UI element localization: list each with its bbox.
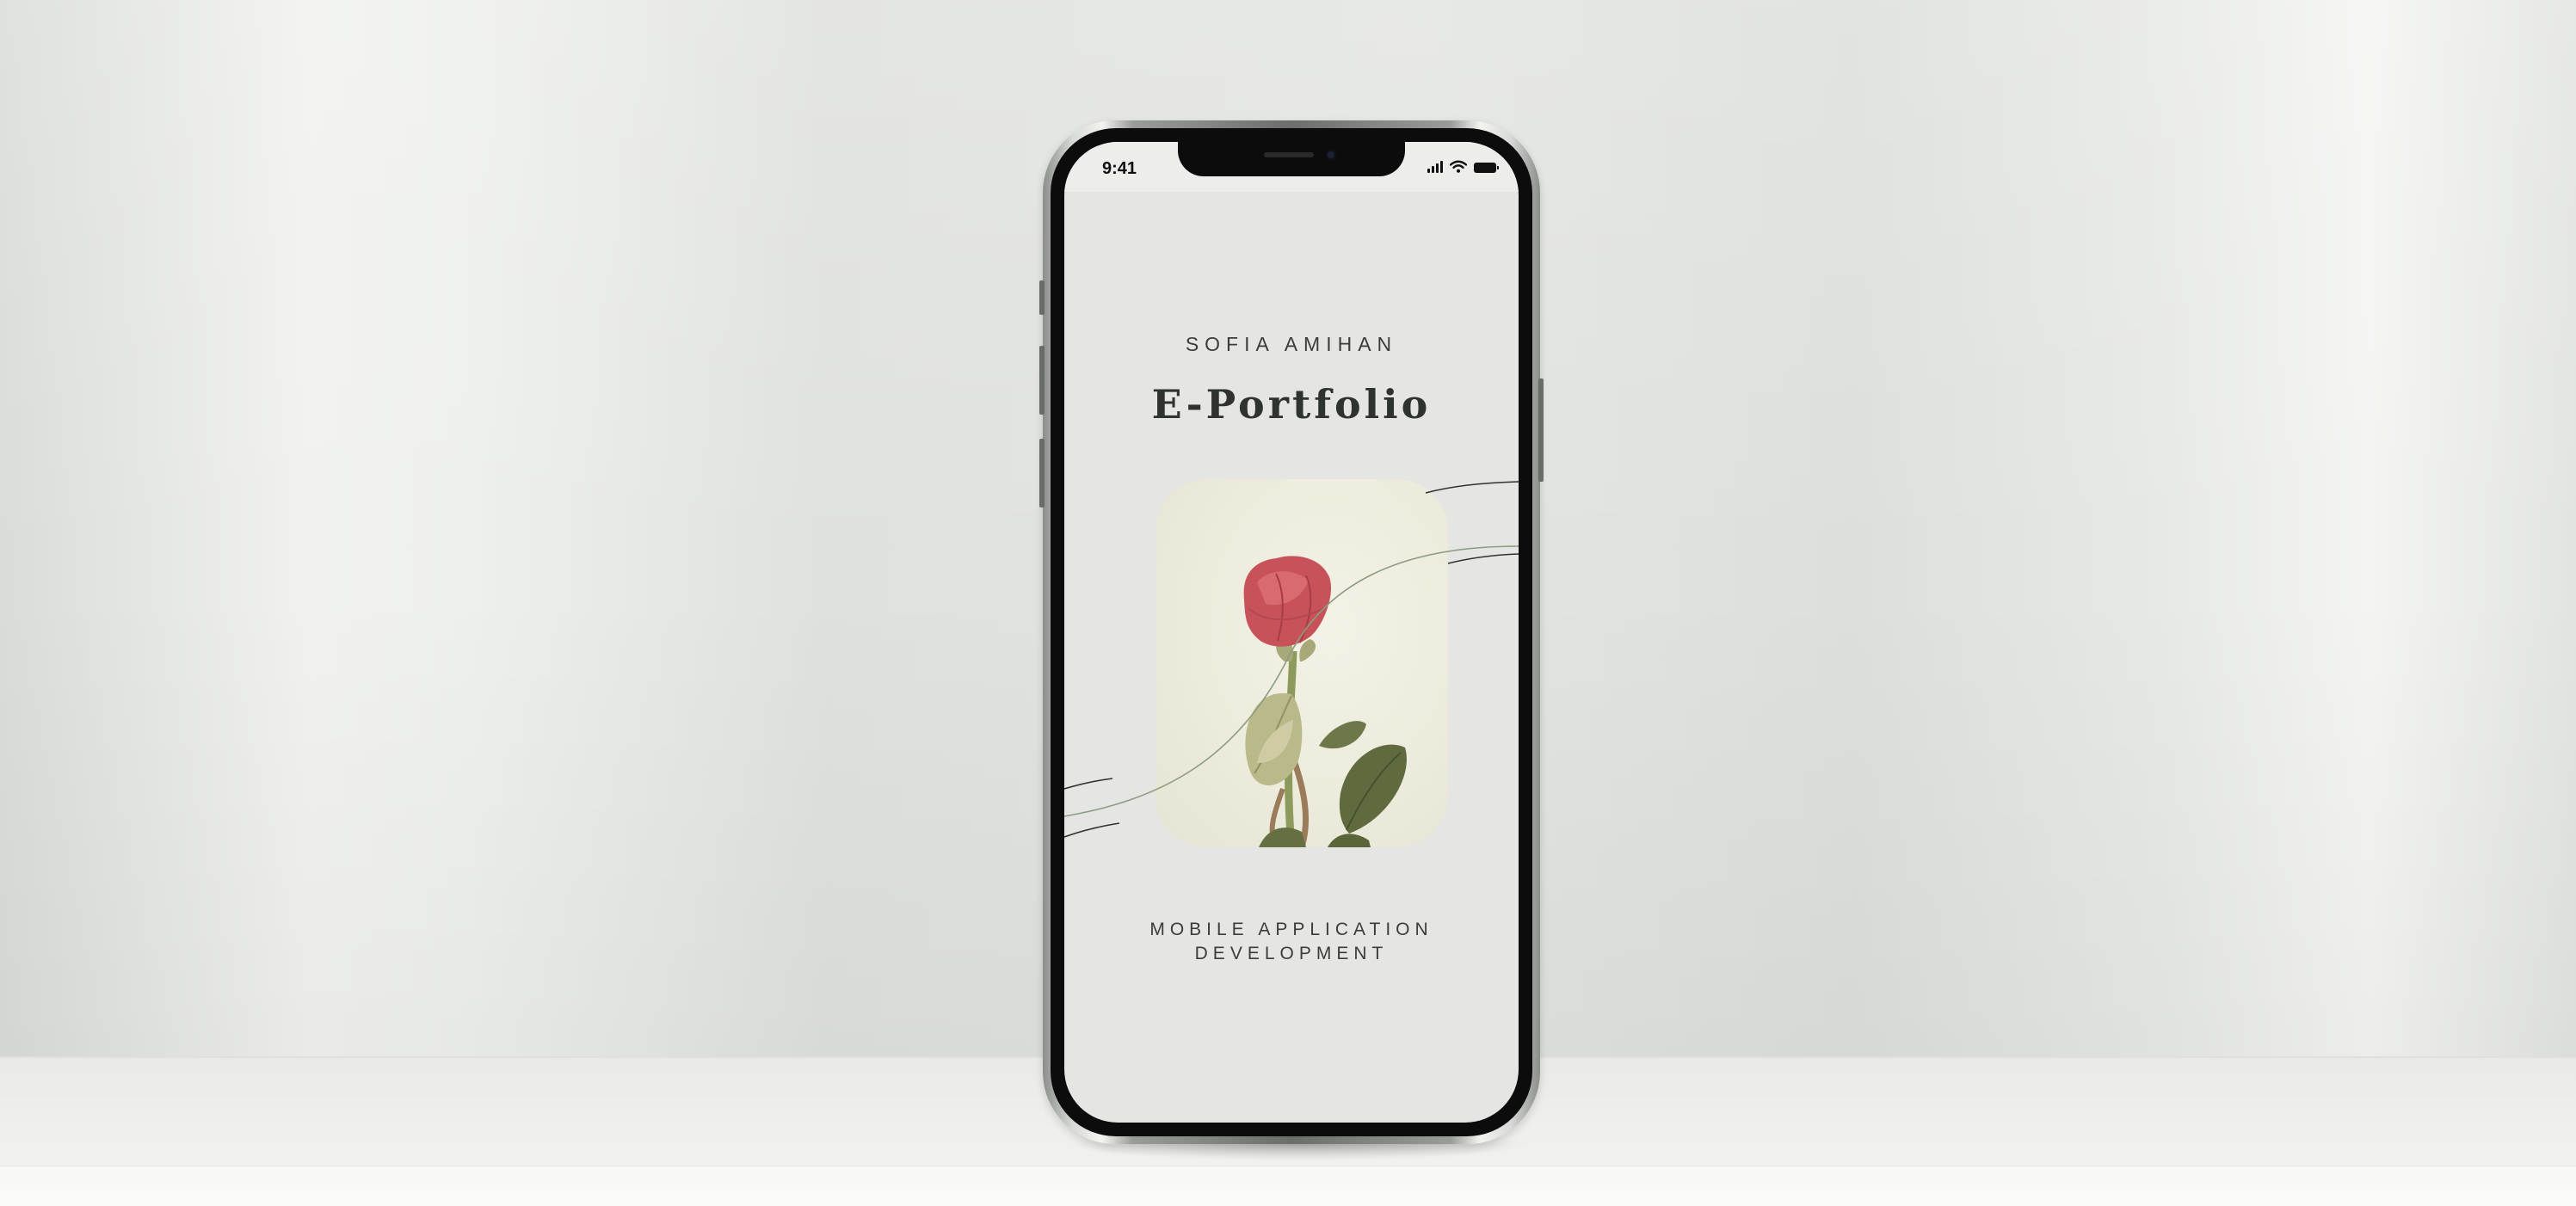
subtitle-line-1: MOBILE APPLICATION — [1149, 920, 1433, 939]
phone-device: 9:41 SOFIA AMIHAN E-Portfolio MOBILE APP… — [1039, 120, 1544, 1144]
course-subtitle: MOBILE APPLICATION DEVELOPMENT — [1064, 918, 1519, 966]
subtitle-line-2: DEVELOPMENT — [1194, 944, 1389, 963]
decorative-curves — [1064, 481, 1519, 838]
shelf-edge — [0, 1166, 2576, 1206]
volume-down-button — [1039, 439, 1045, 508]
scene-background: 9:41 SOFIA AMIHAN E-Portfolio MOBILE APP… — [0, 0, 2576, 1206]
power-button — [1538, 378, 1544, 482]
mute-switch — [1039, 280, 1045, 315]
volume-up-button — [1039, 346, 1045, 415]
home-indicator[interactable] — [1223, 1104, 1360, 1108]
phone-screen[interactable]: 9:41 SOFIA AMIHAN E-Portfolio MOBILE APP… — [1064, 142, 1519, 1123]
